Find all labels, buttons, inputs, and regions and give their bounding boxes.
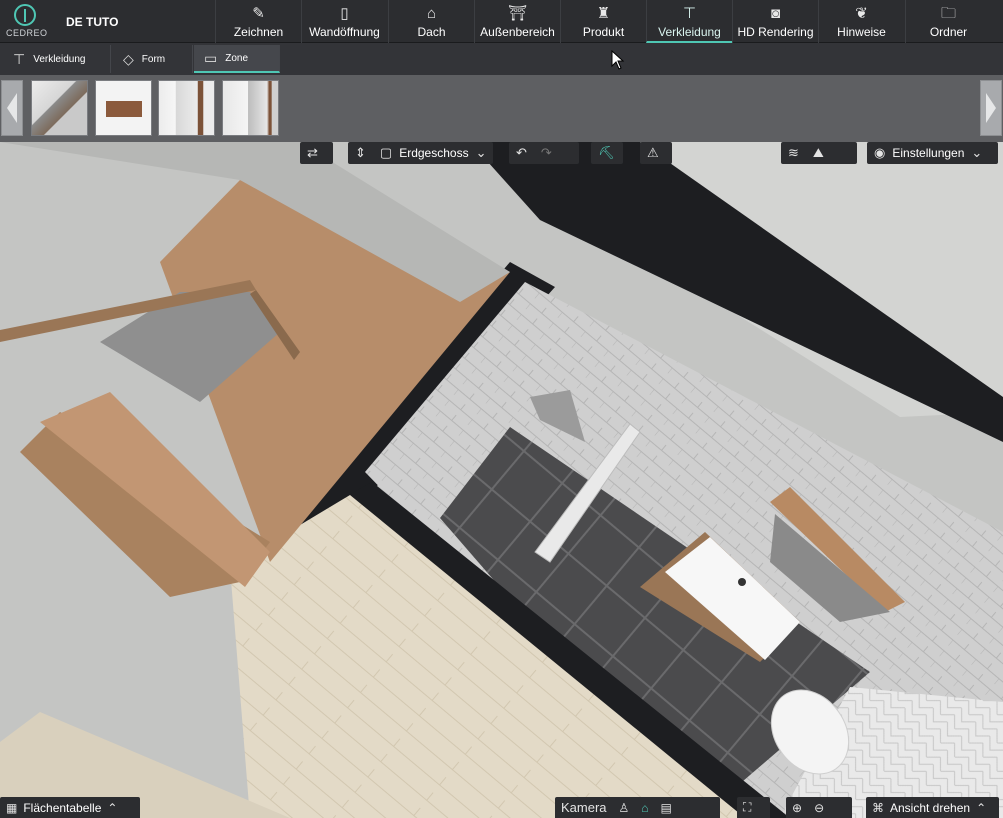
- rotate-view-label: Ansicht drehen: [890, 800, 971, 815]
- floor-updown-icon[interactable]: ⇕: [348, 145, 373, 161]
- nav-dach[interactable]: ⌂ Dach: [388, 0, 474, 43]
- door-icon: ▯: [340, 5, 349, 22]
- thumbnail-zone-4[interactable]: [222, 80, 279, 136]
- thumbnail-zone-2[interactable]: [95, 80, 152, 136]
- thumbnails-prev-button[interactable]: [1, 80, 23, 136]
- paint-mode-icon[interactable]: ⛏: [591, 145, 622, 161]
- camera-icon: ◙: [770, 5, 781, 22]
- floor-label: Erdgeschoss: [399, 146, 469, 160]
- paint-roller-icon: ⊤: [13, 50, 26, 67]
- subtab-form[interactable]: ◇ Form: [113, 45, 193, 73]
- subtab-zone[interactable]: ▭ Zone: [194, 45, 280, 73]
- subtab-label: Zone: [225, 52, 249, 64]
- fit-view-toolbar: ⛶: [737, 797, 770, 818]
- area-table-button[interactable]: ▦ Flächentabelle ⌃: [0, 797, 140, 818]
- exterior-icon: ⛩: [507, 5, 528, 22]
- nav-label: Wandöffnung: [309, 25, 380, 39]
- paint-mode-toolbar: ⛏: [591, 142, 623, 164]
- camera-toolbar: Kamera ♙ ⌂ ▤: [555, 797, 720, 818]
- logo-text: CEDREO: [6, 28, 48, 38]
- zoom-toolbar: ⊕ ⊖: [786, 797, 852, 818]
- subtab-label: Form: [141, 53, 166, 65]
- nav-zeichnen[interactable]: ✎ Zeichnen: [215, 0, 301, 43]
- thumbnail-zone-3[interactable]: [158, 80, 215, 136]
- nav-hinweise[interactable]: ❦ Hinweise: [818, 0, 904, 43]
- thumbnail-zone-1[interactable]: [31, 80, 88, 136]
- scene-render[interactable]: [0, 142, 1003, 818]
- nav-außenbereich[interactable]: ⛩ Außenbereich: [474, 0, 560, 43]
- product-icon: ♜: [596, 5, 611, 22]
- nav-label: HD Rendering: [737, 25, 814, 39]
- rotate-view-button[interactable]: ⌘ Ansicht drehen ⌃: [866, 797, 999, 818]
- pencil-icon: ✎: [252, 5, 265, 22]
- nav-label: Hinweise: [837, 25, 886, 39]
- paint-roller-icon: ⊤: [682, 5, 697, 22]
- camera-label: Kamera: [561, 800, 607, 815]
- undo-redo-toolbar: ↶ ↷: [509, 142, 579, 164]
- logo-mark-icon: [14, 4, 36, 26]
- thumbnail-mat-swatch: [106, 101, 142, 117]
- settings-label: Einstellungen: [892, 146, 965, 160]
- nav-label: Zeichnen: [233, 25, 284, 39]
- hints-icon: ❦: [855, 5, 868, 22]
- nav-wandöffnung[interactable]: ▯ Wandöffnung: [301, 0, 387, 43]
- undo-icon[interactable]: ↶: [509, 145, 534, 161]
- thumbnail-strip: [0, 75, 1003, 142]
- fit-view-icon[interactable]: ⛶: [737, 800, 757, 815]
- subtab-label: Verkleidung: [33, 53, 86, 65]
- layers-icon[interactable]: ≋: [781, 145, 806, 161]
- folder-icon: 🗀: [940, 5, 956, 22]
- nav-ordner[interactable]: 🗀 Ordner: [905, 0, 991, 43]
- project-name: DE TUTO: [66, 15, 119, 29]
- subtab-verkleidung[interactable]: ⊤ Verkleidung: [3, 45, 111, 73]
- warning-toolbar: ⚠: [640, 142, 672, 164]
- terrain-icon[interactable]: ⛰: [806, 145, 831, 161]
- nav-label: Produkt: [582, 25, 625, 39]
- swap-view-icon[interactable]: ⇄: [300, 145, 325, 161]
- 3d-viewport[interactable]: ⇄ ⇕ ▢ Erdgeschoss ⌄ ↶ ↷ ⛏ ⚠ ≋ ⛰ ◉ Einste…: [0, 142, 1003, 818]
- sink-faucet: [738, 578, 746, 586]
- nav-produkt[interactable]: ♜ Produkt: [560, 0, 646, 43]
- mouse-cursor-icon: [611, 50, 625, 70]
- nav-hd-rendering[interactable]: ◙ HD Rendering: [732, 0, 818, 43]
- chevron-up-icon: ⌃: [976, 800, 987, 815]
- nav-label: Verkleidung: [658, 25, 721, 39]
- zone-icon: ▭: [204, 49, 218, 66]
- area-table-label: Flächentabelle: [23, 800, 102, 815]
- plan-camera-icon[interactable]: ▤: [655, 801, 678, 815]
- table-icon: ▦: [6, 800, 18, 815]
- floor-selector[interactable]: ⇕ ▢ Erdgeschoss ⌄: [348, 142, 493, 164]
- zoom-in-icon[interactable]: ⊕: [786, 801, 808, 815]
- floor-dropdown-icon[interactable]: ⌄: [469, 145, 494, 161]
- top-navigation-bar: CEDREO DE TUTO ✎ Zeichnen ▯ Wandöffnung ⌂ Dac…: [0, 0, 1003, 43]
- swap-view-toolbar: ⇄: [300, 142, 333, 164]
- mouse-icon: ⌘: [872, 800, 884, 815]
- warning-icon[interactable]: ⚠: [640, 145, 666, 161]
- sub-toolbar: ⊤ Verkleidung ◇ Form ▭ Zone: [0, 43, 1003, 75]
- chevron-up-icon: ⌃: [107, 800, 118, 815]
- roof-icon: ⌂: [426, 5, 437, 22]
- nav-label: Außenbereich: [480, 25, 555, 39]
- thumbnails-next-button[interactable]: [980, 80, 1002, 136]
- eye-icon: ◉: [874, 145, 886, 160]
- shapes-icon: ◇: [123, 50, 134, 67]
- settings-dropdown[interactable]: ◉ Einstellungen ⌄: [867, 142, 998, 164]
- view-mode-toolbar: ≋ ⛰: [781, 142, 857, 164]
- nav-label: Ordner: [929, 25, 968, 39]
- nav-verkleidung[interactable]: ⊤ Verkleidung: [646, 0, 732, 43]
- zoom-out-icon[interactable]: ⊖: [808, 801, 830, 815]
- person-camera-icon[interactable]: ♙: [613, 801, 636, 815]
- nav-label: Dach: [417, 25, 446, 39]
- cedreo-logo[interactable]: CEDREO: [6, 4, 48, 40]
- settings-dropdown-icon: ⌄: [971, 145, 983, 160]
- floor-plan-icon: ▢: [379, 145, 393, 160]
- redo-icon[interactable]: ↷: [534, 145, 559, 161]
- aerial-camera-icon[interactable]: ⌂: [635, 801, 654, 815]
